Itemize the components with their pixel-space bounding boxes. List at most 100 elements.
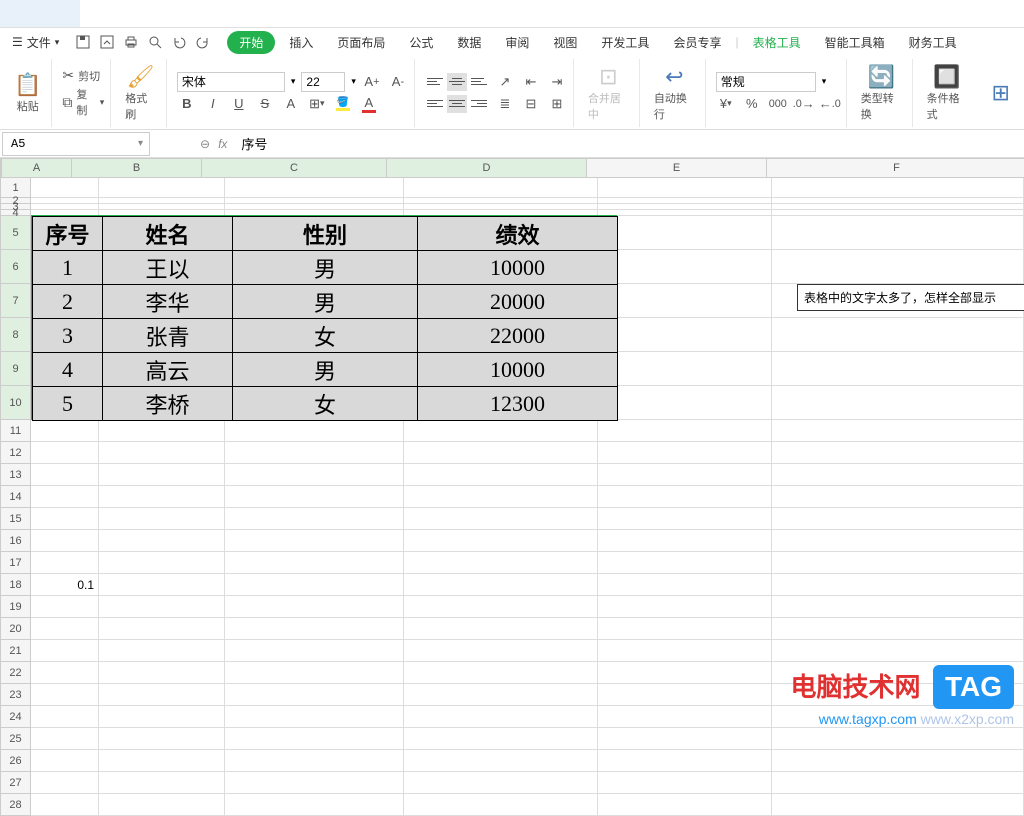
comma-button[interactable]: 000 xyxy=(768,94,788,114)
column-header[interactable]: B xyxy=(72,158,202,178)
table-cell[interactable]: 3 xyxy=(33,319,103,353)
cell[interactable] xyxy=(31,794,99,816)
cell[interactable] xyxy=(404,662,598,684)
decrease-font-button[interactable]: A- xyxy=(388,72,408,92)
row-header[interactable]: 6 xyxy=(0,250,31,284)
table-header-cell[interactable]: 性别 xyxy=(233,217,418,251)
cell[interactable] xyxy=(772,464,1024,486)
row-header[interactable]: 14 xyxy=(0,486,31,508)
cell[interactable] xyxy=(31,420,99,442)
cell[interactable] xyxy=(225,772,404,794)
cell[interactable] xyxy=(598,486,772,508)
cell[interactable] xyxy=(598,574,772,596)
font-name-select[interactable] xyxy=(177,72,285,92)
cell[interactable] xyxy=(225,640,404,662)
decrease-indent-button[interactable]: ⇤ xyxy=(521,72,541,92)
cell[interactable] xyxy=(598,216,772,250)
cell[interactable] xyxy=(225,530,404,552)
cell[interactable] xyxy=(99,662,225,684)
cell[interactable] xyxy=(99,552,225,574)
row-header[interactable]: 20 xyxy=(0,618,31,640)
cell[interactable] xyxy=(404,618,598,640)
cell[interactable] xyxy=(598,728,772,750)
align-center-button[interactable] xyxy=(447,95,467,113)
cell[interactable] xyxy=(598,794,772,816)
table-cell[interactable]: 20000 xyxy=(418,285,618,319)
cell[interactable] xyxy=(31,662,99,684)
cell[interactable] xyxy=(31,530,99,552)
cell[interactable] xyxy=(99,442,225,464)
row-header[interactable]: 5 xyxy=(0,216,31,250)
table-cell[interactable]: 女 xyxy=(233,319,418,353)
table-cell[interactable]: 高云 xyxy=(103,353,233,387)
column-header[interactable]: F xyxy=(767,158,1024,178)
justify-button[interactable]: ≣ xyxy=(495,94,515,114)
cell[interactable] xyxy=(225,178,404,198)
cell[interactable] xyxy=(31,618,99,640)
percent-button[interactable]: % xyxy=(742,94,762,114)
cell[interactable] xyxy=(598,596,772,618)
row-header[interactable]: 27 xyxy=(0,772,31,794)
cell[interactable] xyxy=(99,596,225,618)
cell[interactable] xyxy=(598,750,772,772)
distribute-button[interactable]: ⊟ xyxy=(521,94,541,114)
cell[interactable] xyxy=(772,728,1024,750)
table-cell[interactable]: 李桥 xyxy=(103,387,233,421)
tab-smart[interactable]: 智能工具箱 xyxy=(815,30,895,55)
row-header[interactable]: 13 xyxy=(0,464,31,486)
cell[interactable] xyxy=(99,684,225,706)
save-icon[interactable] xyxy=(75,34,91,50)
cell[interactable] xyxy=(598,706,772,728)
table-cell[interactable]: 1 xyxy=(33,251,103,285)
column-header[interactable]: C xyxy=(202,158,387,178)
cell[interactable] xyxy=(772,552,1024,574)
cell[interactable] xyxy=(225,684,404,706)
row-header[interactable]: 26 xyxy=(0,750,31,772)
tab-dev[interactable]: 开发工具 xyxy=(591,30,659,55)
row-header[interactable]: 24 xyxy=(0,706,31,728)
bold-button[interactable]: B xyxy=(177,94,197,114)
cell[interactable] xyxy=(404,442,598,464)
cell[interactable] xyxy=(772,618,1024,640)
row-header[interactable]: 22 xyxy=(0,662,31,684)
row-header[interactable]: 16 xyxy=(0,530,31,552)
merge-center-button[interactable]: ⊡ 合并居中 xyxy=(584,62,633,124)
tab-insert[interactable]: 插入 xyxy=(279,30,323,55)
cell[interactable] xyxy=(772,596,1024,618)
table-cell[interactable]: 女 xyxy=(233,387,418,421)
cell[interactable] xyxy=(404,530,598,552)
name-box[interactable]: A5 xyxy=(2,132,150,156)
cell[interactable] xyxy=(225,794,404,816)
cell[interactable] xyxy=(31,442,99,464)
font-style-button[interactable]: A xyxy=(281,94,301,114)
column-header[interactable]: D xyxy=(387,158,587,178)
cell[interactable] xyxy=(99,178,225,198)
zoom-out-icon[interactable]: ⊖ xyxy=(200,137,210,151)
cell[interactable] xyxy=(99,750,225,772)
cell[interactable] xyxy=(772,318,1024,352)
redo-icon[interactable] xyxy=(195,34,211,50)
row-header[interactable]: 28 xyxy=(0,794,31,816)
cell[interactable] xyxy=(772,386,1024,420)
cell[interactable] xyxy=(598,420,772,442)
table-cell[interactable]: 李华 xyxy=(103,285,233,319)
border-button[interactable]: ⊞▾ xyxy=(307,94,327,114)
table-cell[interactable]: 10000 xyxy=(418,353,618,387)
tab-view[interactable]: 视图 xyxy=(543,30,587,55)
fx-icon[interactable]: fx xyxy=(218,137,227,151)
cell[interactable] xyxy=(772,420,1024,442)
cell[interactable] xyxy=(225,662,404,684)
cell[interactable] xyxy=(772,574,1024,596)
cell[interactable] xyxy=(404,728,598,750)
cell[interactable] xyxy=(99,728,225,750)
cell[interactable] xyxy=(598,684,772,706)
cell[interactable] xyxy=(598,772,772,794)
cell[interactable] xyxy=(225,728,404,750)
cell[interactable] xyxy=(404,552,598,574)
table-cell[interactable]: 男 xyxy=(233,251,418,285)
cell[interactable] xyxy=(772,442,1024,464)
table-cell[interactable]: 张青 xyxy=(103,319,233,353)
cell[interactable] xyxy=(772,508,1024,530)
undo-icon[interactable] xyxy=(171,34,187,50)
row-header[interactable]: 10 xyxy=(0,386,31,420)
